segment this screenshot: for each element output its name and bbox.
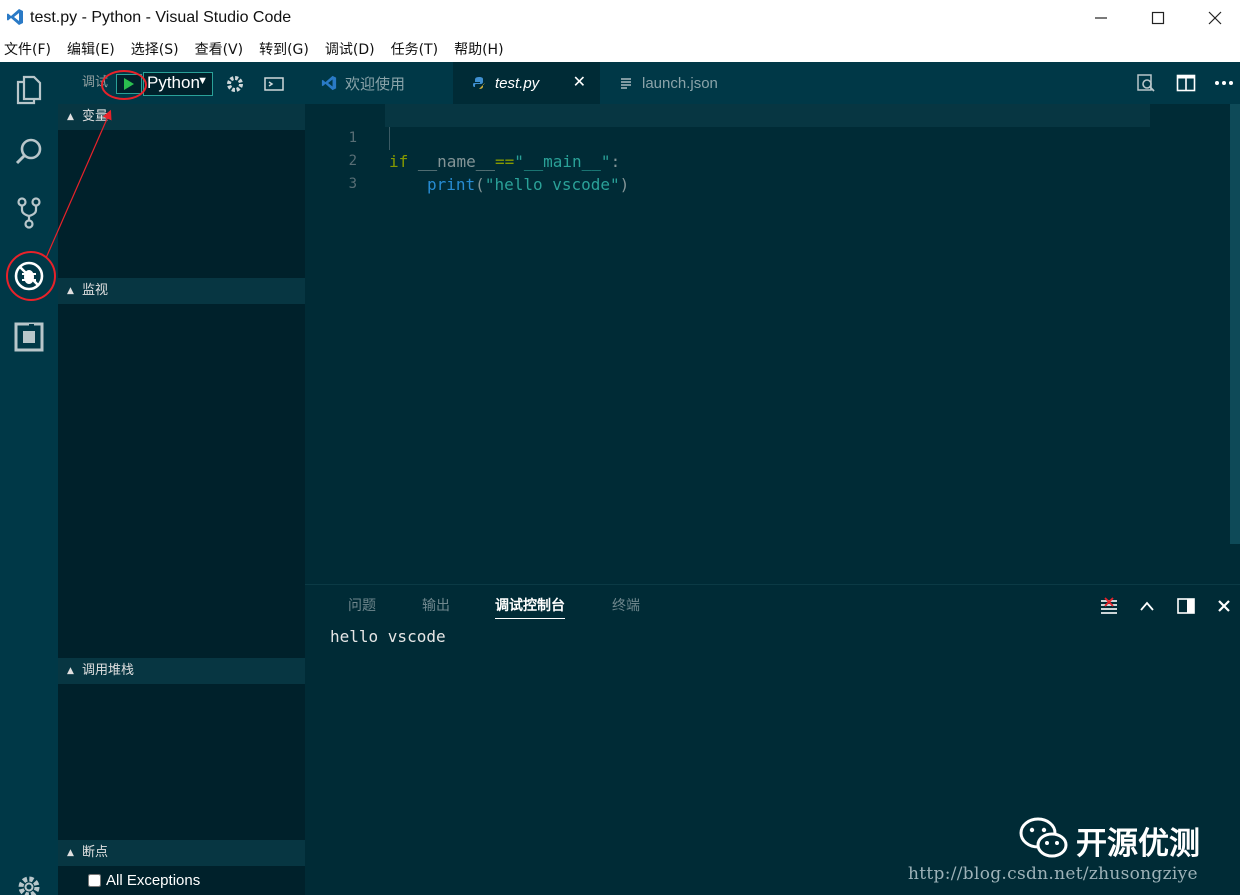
open-preview-button[interactable] <box>1135 72 1157 94</box>
variables-title: 变量 <box>82 109 109 124</box>
menu-debug[interactable]: 调试(D) <box>325 39 375 59</box>
all-exceptions-label: All Exceptions <box>106 871 201 889</box>
close-tab-icon[interactable]: ✕ <box>573 62 586 104</box>
clear-console-button[interactable] <box>1098 595 1120 617</box>
call-stack-section-header[interactable]: ▲ 调用堆栈 <box>58 658 305 684</box>
watermark-brand: 开源优测 <box>1076 826 1200 862</box>
call-stack-title: 调用堆栈 <box>82 663 135 678</box>
debug-sidebar: 调试 Python ▼ ▲ 变量 ▲ 监视 ▲ 调用堆栈 ▲ 断点 All Ex… <box>58 62 305 895</box>
panel-tab-problems[interactable]: 问题 <box>348 585 376 625</box>
source-control-icon[interactable] <box>9 193 49 233</box>
window-title: test.py - Python - Visual Studio Code <box>30 9 292 26</box>
expanded-icon: ▲ <box>67 848 74 858</box>
chevron-up-icon <box>1140 601 1154 611</box>
tab-label: launch.json <box>642 74 718 92</box>
chevron-down-icon: ▼ <box>197 75 208 87</box>
extensions-icon[interactable] <box>9 317 49 357</box>
watch-title: 监视 <box>82 283 109 298</box>
python-icon <box>471 75 487 91</box>
close-icon <box>1218 600 1230 612</box>
close-panel-button[interactable] <box>1213 595 1235 617</box>
panel-tab-output[interactable]: 输出 <box>422 585 450 625</box>
menu-help[interactable]: 帮助(H) <box>454 39 503 59</box>
breakpoints-title: 断点 <box>82 845 109 860</box>
variables-section-header[interactable]: ▲ 变量 <box>58 104 305 130</box>
menu-edit[interactable]: 编辑(E) <box>67 39 115 59</box>
debug-config-value: Python <box>147 73 200 92</box>
panel-tab-debug-console[interactable]: 调试控制台 <box>495 585 565 619</box>
menu-selection[interactable]: 选择(S) <box>131 39 179 59</box>
menu-file[interactable]: 文件(F) <box>4 39 51 59</box>
breakpoints-section-header[interactable]: ▲ 断点 <box>58 840 305 866</box>
more-actions-button[interactable] <box>1213 72 1235 94</box>
string-hello: "hello vscode" <box>484 175 620 194</box>
expanded-icon: ▲ <box>67 286 74 296</box>
watermark-url: http://blog.csdn.net/zhusongziye <box>908 864 1198 884</box>
settings-gear-icon[interactable] <box>9 867 49 895</box>
annotation-ellipse-debug <box>6 251 56 301</box>
wechat-icon <box>1019 817 1068 858</box>
search-preview-icon <box>1137 74 1155 92</box>
title-bar: test.py - Python - Visual Studio Code <box>0 0 1240 36</box>
tab-launch-json[interactable]: launch.json <box>600 62 750 104</box>
menu-view[interactable]: 查看(V) <box>195 39 244 59</box>
all-exceptions-checkbox[interactable] <box>88 873 101 887</box>
tab-test-py[interactable]: test.py ✕ <box>453 62 600 104</box>
split-editor-icon <box>1176 74 1196 92</box>
ellipsis-icon <box>1215 81 1233 85</box>
menu-tasks[interactable]: 任务(T) <box>391 39 438 59</box>
minimize-button[interactable] <box>1072 0 1130 36</box>
paren-close: ) <box>619 175 630 194</box>
menu-bar: 文件(F) 编辑(E) 选择(S) 查看(V) 转到(G) 调试(D) 任务(T… <box>0 36 1240 62</box>
debug-settings-button[interactable] <box>224 73 246 95</box>
clear-console-icon <box>1101 597 1117 614</box>
line-number: 3 <box>348 176 357 192</box>
code-line: 1 if __name__=="__main__": <box>305 104 1205 171</box>
line-code: print("hello vscode") <box>427 173 629 196</box>
editor-tab-bar: 欢迎使用 test.py ✕ launch.json <box>305 62 1240 104</box>
close-window-button[interactable] <box>1186 0 1240 36</box>
annotation-ellipse-start <box>101 70 147 100</box>
watch-section-header[interactable]: ▲ 监视 <box>58 278 305 304</box>
maximize-panel-button[interactable] <box>1136 595 1158 617</box>
debug-console-output: hello vscode <box>330 627 446 646</box>
code-line: 2 print("hello vscode") <box>305 127 1205 194</box>
maximize-button[interactable] <box>1129 0 1187 36</box>
file-lines-icon <box>618 75 634 91</box>
toggle-panel-position-button[interactable] <box>1175 595 1197 617</box>
code-line: 3 <box>305 150 1205 192</box>
debug-console-button[interactable] <box>263 73 285 95</box>
files-icon[interactable] <box>9 70 49 110</box>
console-icon <box>264 77 284 91</box>
tab-label: test.py <box>495 74 540 92</box>
minimize-icon <box>1095 17 1107 19</box>
breakpoint-all-exceptions: All Exceptions <box>88 870 200 890</box>
activity-bar <box>0 62 58 895</box>
vscode-icon <box>321 75 337 91</box>
function-print: print <box>427 175 476 194</box>
maximize-icon <box>1151 11 1165 25</box>
debug-toolbar: 调试 Python ▼ <box>58 62 305 104</box>
vscode-logo-icon <box>7 9 23 25</box>
code-editor[interactable]: 1 if __name__=="__main__": 2 print("hell… <box>305 104 1240 584</box>
close-icon <box>1208 11 1222 25</box>
debug-config-select[interactable]: Python ▼ <box>143 72 213 96</box>
panel-tab-terminal[interactable]: 终端 <box>612 585 640 625</box>
expanded-icon: ▲ <box>67 666 74 676</box>
search-icon[interactable] <box>9 132 49 172</box>
paren-open: ( <box>475 175 485 194</box>
panel-layout-icon <box>1177 598 1195 614</box>
gear-icon <box>227 76 243 92</box>
tab-label: 欢迎使用 <box>345 75 406 93</box>
tab-welcome[interactable]: 欢迎使用 <box>305 62 453 104</box>
expanded-icon: ▲ <box>67 112 74 122</box>
editor-scrollbar[interactable] <box>1230 104 1240 544</box>
menu-goto[interactable]: 转到(G) <box>259 39 309 59</box>
split-editor-button[interactable] <box>1175 72 1197 94</box>
